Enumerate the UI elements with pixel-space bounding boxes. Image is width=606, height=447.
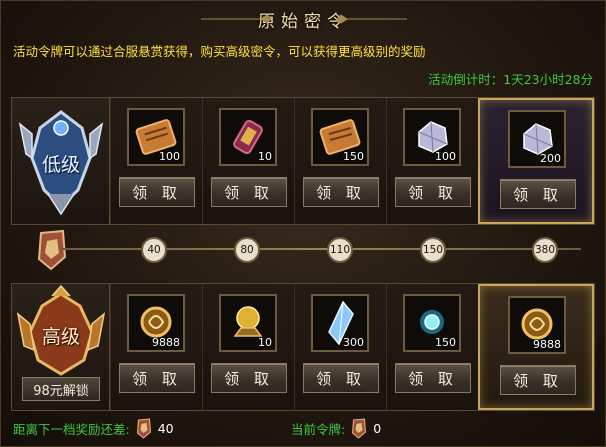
title-ornament-left-icon xyxy=(201,14,271,24)
claim-button[interactable]: 领 取 xyxy=(395,177,471,207)
reward-icon-frame[interactable]: 100 xyxy=(403,108,461,166)
reward-quantity: 300 xyxy=(343,336,364,349)
current-token-label: 当前令牌: xyxy=(291,421,346,437)
reward-icon-frame[interactable]: 200 xyxy=(508,110,566,168)
title-bar: 原始密令 xyxy=(1,1,606,37)
token-icon xyxy=(136,418,151,439)
low-tier-badge: 低级 xyxy=(12,98,110,224)
claim-button[interactable]: 领 取 xyxy=(119,363,195,393)
reward-quantity: 200 xyxy=(540,152,561,165)
low-tier-label: 低级 xyxy=(41,154,80,176)
reward-icon-frame[interactable]: 10 xyxy=(219,108,277,166)
high-tier-row: 高级 98元解锁 9888 领 取 10 领 取 300 领 取 150 领 取… xyxy=(11,283,595,411)
high-reward-slot-4: 150 领 取 xyxy=(386,284,478,410)
claim-button[interactable]: 领 取 xyxy=(119,177,195,207)
current-token-count: 当前令牌: 0 xyxy=(291,417,381,439)
reward-quantity: 9888 xyxy=(152,336,180,349)
low-reward-slot-4: 100 领 取 xyxy=(386,98,478,224)
reward-quantity: 100 xyxy=(435,150,456,163)
milestone-node: 80 xyxy=(234,237,260,263)
reward-quantity: 150 xyxy=(435,336,456,349)
current-token-value: 0 xyxy=(373,420,382,436)
claim-button[interactable]: 领 取 xyxy=(500,365,576,395)
next-reward-gap: 距离下一档奖励还差: 40 xyxy=(13,417,174,439)
high-reward-slot-2: 10 领 取 xyxy=(202,284,294,410)
reward-quantity: 10 xyxy=(258,336,272,349)
reward-icon-frame[interactable]: 150 xyxy=(311,108,369,166)
event-countdown: 活动倒计时：1天23小时28分 xyxy=(428,72,593,87)
token-panel: 原始密令 活动令牌可以通过合服悬赏获得，购买高级密令，可以获得更高级别的奖励 活… xyxy=(0,0,606,447)
reward-icon-frame[interactable]: 9888 xyxy=(127,294,185,352)
low-tier-row: 低级 100 领 取 10 领 取 150 领 取 100 领 取 200 领 … xyxy=(11,97,595,225)
token-icon xyxy=(352,418,367,439)
reward-icon-frame[interactable]: 300 xyxy=(311,294,369,352)
reward-quantity: 100 xyxy=(159,150,180,163)
milestone-node: 150 xyxy=(420,237,446,263)
next-reward-value: 40 xyxy=(157,420,174,436)
reward-quantity: 150 xyxy=(343,150,364,163)
high-tier-label: 高级 xyxy=(41,326,80,348)
low-reward-slot-1: 100 领 取 xyxy=(110,98,202,224)
low-reward-slot-2: 10 领 取 xyxy=(202,98,294,224)
reward-icon-frame[interactable]: 100 xyxy=(127,108,185,166)
claim-button[interactable]: 领 取 xyxy=(211,177,287,207)
claim-button[interactable]: 领 取 xyxy=(303,363,379,393)
claim-button[interactable]: 领 取 xyxy=(303,177,379,207)
reward-quantity: 10 xyxy=(258,150,272,163)
milestone-node: 110 xyxy=(327,237,353,263)
unlock-button[interactable]: 98元解锁 xyxy=(22,377,100,401)
low-reward-slot-3: 150 领 取 xyxy=(294,98,386,224)
high-reward-slot-3: 300 领 取 xyxy=(294,284,386,410)
high-reward-slot-1: 9888 领 取 xyxy=(110,284,202,410)
high-reward-slot-5: 9888 领 取 xyxy=(478,284,594,410)
claim-button[interactable]: 领 取 xyxy=(395,363,471,393)
next-reward-label: 距离下一档奖励还差: xyxy=(13,421,130,437)
milestone-node: 380 xyxy=(532,237,558,263)
title-ornament-right-icon xyxy=(337,14,407,24)
progress-track xyxy=(61,248,581,250)
reward-icon-frame[interactable]: 150 xyxy=(403,294,461,352)
milestone-node: 40 xyxy=(141,237,167,263)
claim-button[interactable]: 领 取 xyxy=(500,179,576,209)
reward-icon-frame[interactable]: 9888 xyxy=(508,296,566,354)
reward-quantity: 9888 xyxy=(533,338,561,351)
high-tier-badge: 高级 98元解锁 xyxy=(12,284,110,410)
low-reward-slot-5: 200 领 取 xyxy=(478,98,594,224)
event-description: 活动令牌可以通过合服悬赏获得，购买高级密令，可以获得更高级别的奖励 xyxy=(13,44,426,59)
reward-icon-frame[interactable]: 10 xyxy=(219,294,277,352)
claim-button[interactable]: 领 取 xyxy=(211,363,287,393)
